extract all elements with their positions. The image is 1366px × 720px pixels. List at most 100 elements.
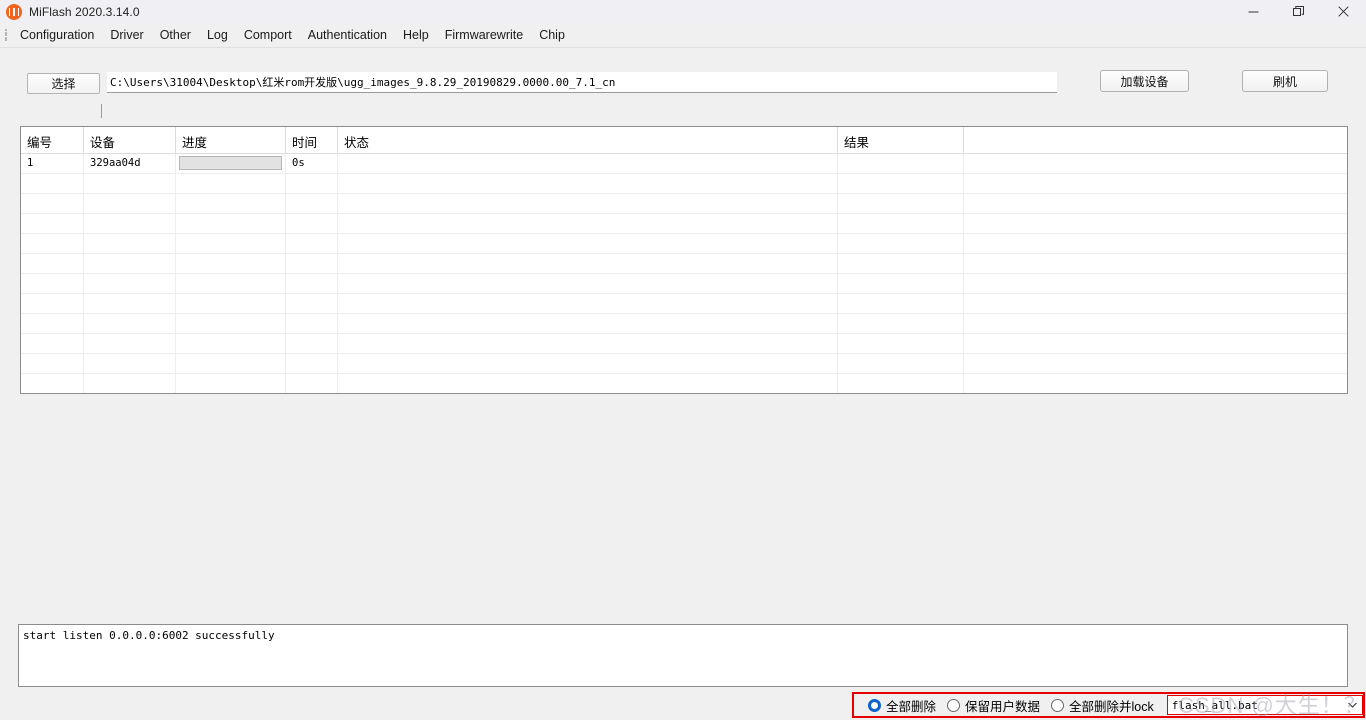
menu-item-driver[interactable]: Driver bbox=[102, 26, 151, 44]
table-cell-empty bbox=[286, 314, 338, 333]
table-row-empty bbox=[21, 254, 1347, 274]
device-grid[interactable]: 编号 设备 进度 时间 状态 结果 1 329aa04d 0s bbox=[20, 126, 1348, 394]
table-row-empty bbox=[21, 294, 1347, 314]
radio-icon-save-user-data[interactable] bbox=[947, 698, 961, 712]
table-cell-empty bbox=[84, 234, 176, 253]
menu-bar: Configuration Driver Other Log Comport A… bbox=[0, 23, 1366, 48]
table-row-empty bbox=[21, 314, 1347, 334]
table-cell-empty bbox=[176, 374, 286, 393]
log-panel[interactable]: start listen 0.0.0.0:6002 successfully bbox=[18, 624, 1348, 687]
radio-option-save-user-data[interactable]: 保留用户数据 bbox=[947, 696, 1040, 715]
table-cell-index: 1 bbox=[21, 154, 84, 173]
menu-item-configuration[interactable]: Configuration bbox=[12, 26, 102, 44]
table-cell-empty bbox=[176, 274, 286, 293]
load-device-button[interactable]: 加载设备 bbox=[1100, 70, 1189, 92]
table-row-empty bbox=[21, 334, 1347, 354]
table-cell-empty bbox=[964, 374, 1347, 393]
table-cell-empty bbox=[84, 354, 176, 373]
radio-icon-clean-all[interactable] bbox=[868, 698, 881, 712]
radio-option-clean-all-and-lock[interactable]: 全部删除并lock bbox=[1051, 696, 1154, 715]
table-cell-empty bbox=[838, 234, 964, 253]
table-cell-empty bbox=[21, 274, 84, 293]
table-cell-empty bbox=[838, 334, 964, 353]
table-row-empty bbox=[21, 214, 1347, 234]
table-cell-empty bbox=[338, 334, 838, 353]
table-cell-empty bbox=[338, 254, 838, 273]
menu-item-firmwarewrite[interactable]: Firmwarewrite bbox=[437, 26, 531, 44]
table-cell-empty bbox=[176, 254, 286, 273]
table-cell-empty bbox=[286, 174, 338, 193]
table-cell-empty bbox=[84, 254, 176, 273]
table-cell-empty bbox=[176, 174, 286, 193]
table-cell-empty bbox=[964, 194, 1347, 213]
chevron-down-icon[interactable] bbox=[1344, 696, 1360, 714]
table-cell-empty bbox=[964, 214, 1347, 233]
table-cell-empty bbox=[286, 234, 338, 253]
table-cell-empty bbox=[838, 374, 964, 393]
table-cell-empty bbox=[838, 354, 964, 373]
grid-header-cell[interactable]: 进度 bbox=[176, 127, 286, 153]
table-cell-empty bbox=[84, 334, 176, 353]
table-cell-empty bbox=[21, 354, 84, 373]
table-cell-empty bbox=[84, 174, 176, 193]
table-cell-empty bbox=[338, 234, 838, 253]
menu-item-chip[interactable]: Chip bbox=[531, 26, 573, 44]
table-cell-empty bbox=[286, 334, 338, 353]
table-cell-empty bbox=[176, 214, 286, 233]
table-cell-empty bbox=[838, 174, 964, 193]
table-cell-empty bbox=[176, 314, 286, 333]
table-cell-empty bbox=[21, 314, 84, 333]
radio-icon-clean-all-and-lock[interactable] bbox=[1051, 698, 1065, 712]
table-cell-empty bbox=[176, 234, 286, 253]
flash-script-combobox[interactable]: flash_all.bat bbox=[1166, 695, 1363, 715]
table-cell-empty bbox=[838, 314, 964, 333]
grid-header-cell[interactable]: 设备 bbox=[84, 127, 176, 153]
table-cell-empty bbox=[286, 354, 338, 373]
text-caret bbox=[101, 104, 102, 118]
radio-label-clean-all: 全部删除 bbox=[886, 699, 937, 714]
table-cell-empty bbox=[286, 194, 338, 213]
rom-path-field[interactable]: C:\Users\31004\Desktop\红米rom开发版\ugg_imag… bbox=[107, 72, 1057, 93]
table-cell-empty bbox=[21, 374, 84, 393]
grid-header-cell[interactable]: 编号 bbox=[21, 127, 84, 153]
table-cell-empty bbox=[286, 294, 338, 313]
grid-header-row: 编号 设备 进度 时间 状态 结果 bbox=[21, 127, 1347, 154]
table-row-empty bbox=[21, 234, 1347, 254]
table-cell-empty bbox=[84, 294, 176, 313]
menu-item-log[interactable]: Log bbox=[199, 26, 236, 44]
minimize-icon[interactable] bbox=[1231, 0, 1276, 23]
table-cell-empty bbox=[338, 174, 838, 193]
flash-button[interactable]: 刷机 bbox=[1242, 70, 1328, 92]
close-icon[interactable] bbox=[1321, 0, 1366, 23]
table-cell-empty bbox=[964, 334, 1347, 353]
window-title: MiFlash 2020.3.14.0 bbox=[29, 4, 140, 19]
table-cell-empty bbox=[338, 194, 838, 213]
title-bar: MiFlash 2020.3.14.0 bbox=[0, 0, 1366, 24]
table-row-empty bbox=[21, 174, 1347, 194]
menu-grip-icon bbox=[2, 27, 10, 43]
table-cell-empty bbox=[338, 274, 838, 293]
menu-item-help[interactable]: Help bbox=[395, 26, 437, 44]
progress-bar bbox=[179, 156, 282, 170]
flash-options-bar: 全部删除 保留用户数据 全部删除并lock flash_all.bat bbox=[852, 692, 1365, 718]
radio-option-clean-all[interactable]: 全部删除 bbox=[868, 696, 936, 715]
table-cell-empty bbox=[964, 294, 1347, 313]
grid-header-cell[interactable]: 结果 bbox=[838, 127, 964, 153]
table-row[interactable]: 1 329aa04d 0s bbox=[21, 154, 1347, 174]
table-cell-empty bbox=[84, 214, 176, 233]
grid-header-cell[interactable] bbox=[964, 127, 1347, 153]
restore-icon[interactable] bbox=[1276, 0, 1321, 23]
window-controls bbox=[1231, 0, 1366, 23]
menu-item-other[interactable]: Other bbox=[152, 26, 199, 44]
menu-item-comport[interactable]: Comport bbox=[236, 26, 300, 44]
menu-item-authentication[interactable]: Authentication bbox=[300, 26, 395, 44]
grid-header-cell[interactable]: 状态 bbox=[338, 127, 838, 153]
log-line: start listen 0.0.0.0:6002 successfully bbox=[23, 629, 275, 642]
table-cell-empty bbox=[838, 274, 964, 293]
select-folder-button[interactable]: 选择 bbox=[27, 73, 100, 94]
table-cell-empty bbox=[176, 194, 286, 213]
table-cell-empty bbox=[964, 234, 1347, 253]
grid-header-cell[interactable]: 时间 bbox=[286, 127, 338, 153]
table-row-empty bbox=[21, 274, 1347, 294]
radio-label-save-user-data: 保留用户数据 bbox=[965, 699, 1041, 714]
